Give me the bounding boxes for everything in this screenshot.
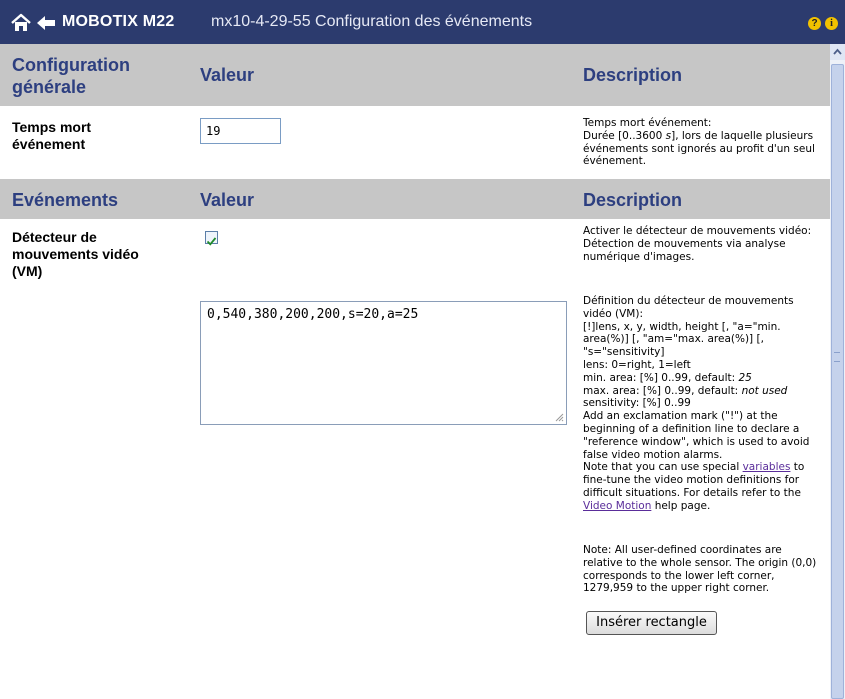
dead-time-input[interactable]	[200, 118, 281, 144]
value-column-header: Valeur	[200, 65, 255, 85]
checkmark-icon	[206, 237, 217, 246]
resize-grip-icon[interactable]	[555, 413, 564, 422]
vm-definition-textarea[interactable]: 0,540,380,200,200,s=20,a=25	[200, 301, 567, 425]
vm-definition-description: Définition du détecteur de mouvements vi…	[583, 295, 821, 513]
dead-time-desc-title: Temps mort événement:	[583, 117, 712, 129]
vm-def-variables-note-end: help page.	[651, 499, 711, 512]
vertical-scrollbar[interactable]	[830, 44, 845, 699]
vm-label: Détecteur de mouvements vidéo (VM)	[12, 229, 139, 279]
home-icon[interactable]	[10, 12, 32, 34]
vm-definition-text: 0,540,380,200,200,s=20,a=25	[207, 307, 419, 322]
dead-time-description: Temps mort événement: Durée [0..3600 s],…	[583, 117, 821, 168]
vm-def-variables-note: Note that you can use special	[583, 461, 743, 474]
title-bar: MOBOTIX M22 mx10-4-29-55 Configuration d…	[0, 0, 845, 44]
events-description-column-header: Description	[583, 190, 683, 210]
info-icon[interactable]: i	[825, 17, 838, 30]
general-section-header: Configuration générale Valeur Descriptio…	[0, 44, 830, 106]
page-title: mx10-4-29-55 Configuration des événement…	[211, 13, 533, 30]
back-arrow-icon[interactable]	[36, 15, 56, 31]
vm-def-min-area: min. area: [%] 0..99, default:	[583, 371, 739, 384]
help-icon[interactable]: ?	[808, 17, 821, 30]
scrollbar-thumb[interactable]	[831, 64, 844, 699]
scrollbar-grip-icon	[834, 352, 840, 362]
variables-link[interactable]: variables	[743, 461, 791, 473]
vm-def-lens: lens: 0=right, 1=left	[583, 358, 691, 371]
device-model: MOBOTIX M22	[62, 13, 175, 30]
vm-def-sensitivity: sensitivity: [%] 0..99	[583, 397, 691, 410]
coordinates-note: Note: All user-defined coordinates are r…	[583, 544, 817, 595]
vm-enable-desc-title: Activer le détecteur de mouvements vidéo…	[583, 225, 812, 237]
video-motion-help-link[interactable]: Video Motion	[583, 500, 651, 512]
vm-def-title: Définition du détecteur de mouvements vi…	[583, 295, 794, 320]
dead-time-label: Temps mort événement	[12, 119, 92, 152]
vm-enable-desc-body: Détection de mouvements via analyse numé…	[583, 237, 786, 263]
general-section-title: Configuration générale	[12, 55, 130, 97]
dead-time-desc-text: Durée [0..3600	[583, 129, 666, 142]
events-section-header: Evénements Valeur Description	[0, 179, 830, 219]
vm-def-min-default: 25	[738, 371, 752, 384]
vm-def-max-default: not used	[741, 384, 788, 397]
events-section-title: Evénements	[12, 190, 119, 210]
scroll-up-arrow-icon[interactable]	[830, 44, 845, 60]
vm-def-exclamation-note: Add an exclamation mark ("!") at the beg…	[583, 410, 810, 461]
vm-def-syntax: [!]lens, x, y, width, height [, "a="min.…	[583, 320, 781, 359]
insert-rectangle-button[interactable]: Insérer rectangle	[586, 611, 717, 635]
events-value-column-header: Valeur	[200, 190, 255, 210]
vm-enable-description: Activer le détecteur de mouvements vidéo…	[583, 225, 821, 263]
vm-def-max-area: max. area: [%] 0..99, default:	[583, 384, 742, 397]
description-column-header: Description	[583, 65, 683, 85]
config-table: Configuration générale Valeur Descriptio…	[0, 44, 830, 699]
vm-enable-checkbox[interactable]	[205, 231, 218, 246]
